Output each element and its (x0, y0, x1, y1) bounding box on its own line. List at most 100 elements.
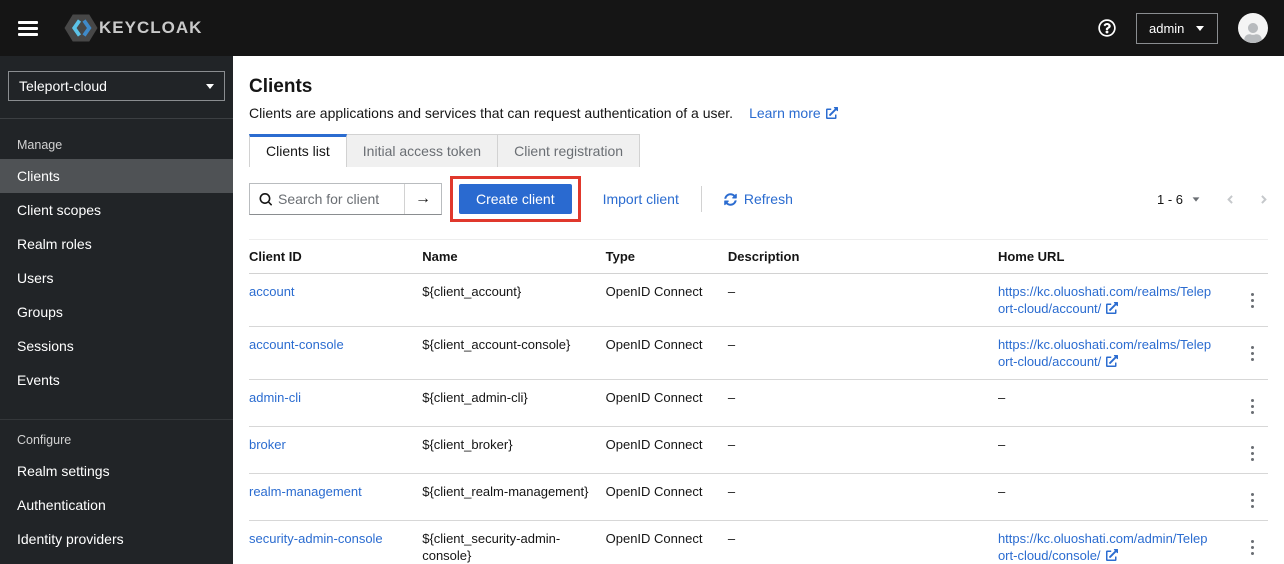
chevron-right-icon (1261, 194, 1267, 204)
column-header-type: Type (605, 239, 728, 274)
column-header-name: Name (422, 239, 606, 274)
pagination-prev-button[interactable] (1226, 193, 1234, 206)
client-type-cell: OpenID Connect (605, 273, 728, 327)
chevron-down-icon (1196, 25, 1205, 31)
client-type-cell: OpenID Connect (605, 326, 728, 380)
toolbar: → Create client Import client Refresh 1 … (249, 176, 1268, 230)
person-icon (1244, 23, 1262, 43)
chevron-left-icon (1227, 194, 1233, 204)
sidebar-item-users[interactable]: Users (0, 261, 233, 295)
refresh-link[interactable]: Refresh (724, 191, 793, 207)
kebab-menu-button[interactable] (1243, 343, 1263, 365)
help-icon[interactable] (1098, 19, 1116, 37)
page-description-text: Clients are applications and services th… (249, 105, 734, 121)
client-name-cell: ${client_admin-cli} (422, 379, 606, 427)
avatar[interactable] (1238, 13, 1268, 43)
sidebar-item-sessions[interactable]: Sessions (0, 329, 233, 363)
clients-table: Client ID Name Type Description Home URL acc… (249, 239, 1268, 564)
keycloak-admin-console: KEYCLOAK admin Teleport-cloud Manage Cli… (0, 0, 1284, 564)
client-id-link[interactable]: admin-cli (249, 390, 301, 405)
kebab-menu-button[interactable] (1243, 290, 1263, 312)
page-title: Clients (249, 76, 313, 97)
kebab-menu-button[interactable] (1243, 396, 1263, 418)
chevron-down-icon (1192, 196, 1200, 202)
table-row: admin-cli ${client_admin-cli} OpenID Con… (249, 379, 1268, 427)
page-description: Clients are applications and services th… (249, 105, 1268, 121)
sidebar-item-groups[interactable]: Groups (0, 295, 233, 329)
pagination-next-button[interactable] (1260, 193, 1268, 206)
client-name-cell: ${client_account-console} (422, 326, 606, 380)
table-header-row: Client ID Name Type Description Home URL (249, 239, 1268, 274)
username: admin (1149, 20, 1185, 36)
client-name-cell: ${client_account} (422, 273, 606, 327)
client-id-link[interactable]: realm-management (249, 484, 362, 499)
learn-more-label: Learn more (749, 105, 821, 121)
client-name-cell: ${client_security-admin-console} (422, 520, 606, 564)
tab-client-registration[interactable]: Client registration (498, 134, 641, 167)
client-description-cell: – (727, 520, 998, 564)
table-row: account-console ${client_account-console… (249, 326, 1268, 380)
sidebar-item-authentication[interactable]: Authentication (0, 488, 233, 522)
search-input[interactable] (278, 191, 396, 207)
kebab-menu-button[interactable] (1243, 443, 1263, 465)
sidebar-item-realm-settings[interactable]: Realm settings (0, 454, 233, 488)
search-submit-button[interactable]: → (404, 184, 441, 214)
import-client-link[interactable]: Import client (603, 191, 679, 207)
client-name-cell: ${client_broker} (422, 426, 606, 474)
client-id-link[interactable]: account-console (249, 337, 344, 352)
realm-selector-dropdown[interactable]: Teleport-cloud (8, 71, 225, 101)
home-url-link[interactable]: https://kc.oluoshati.com/admin/Teleport-… (998, 531, 1208, 563)
nav-section-configure: Configure Realm settings Authentication Ide… (0, 419, 233, 556)
kebab-menu-button[interactable] (1243, 537, 1263, 559)
external-link-icon (1105, 549, 1118, 561)
client-id-link[interactable]: security-admin-console (249, 531, 383, 546)
user-menu-dropdown[interactable]: admin (1136, 12, 1218, 44)
search-icon (259, 192, 272, 205)
sidebar-item-clients[interactable]: Clients (0, 159, 233, 193)
pagination-range-dropdown[interactable]: 1 - 6 (1157, 192, 1200, 207)
nav-section-label: Manage (17, 138, 63, 152)
learn-more-link[interactable]: Learn more (749, 105, 838, 121)
client-id-link[interactable]: account (249, 284, 295, 299)
refresh-icon (724, 192, 737, 206)
sidebar-item-events[interactable]: Events (0, 363, 233, 397)
search-group: → (249, 183, 442, 215)
sidebar-item-identity-providers[interactable]: Identity providers (0, 522, 233, 556)
client-description-cell: – (727, 326, 998, 380)
top-bar: KEYCLOAK admin (0, 0, 1284, 56)
sidebar-item-client-scopes[interactable]: Client scopes (0, 193, 233, 227)
tab-bar: Clients list Initial access token Client r… (249, 134, 1268, 167)
external-link-icon (1106, 302, 1119, 314)
client-description-cell: – (727, 379, 998, 427)
refresh-label: Refresh (743, 191, 793, 207)
realm-selector-block: Teleport-cloud (0, 56, 233, 119)
annotation-highlight-box: Create client (450, 176, 581, 222)
sidebar-item-realm-roles[interactable]: Realm roles (0, 227, 233, 261)
tab-initial-access-token[interactable]: Initial access token (346, 134, 499, 167)
create-client-button[interactable]: Create client (459, 184, 572, 214)
external-link-icon (825, 107, 838, 119)
keycloak-logo: KEYCLOAK (64, 13, 202, 43)
client-name-cell: ${client_realm-management} (422, 473, 606, 521)
home-url-link[interactable]: https://kc.oluoshati.com/realms/Teleport… (998, 284, 1211, 316)
main-content: Clients Clients are applications and ser… (233, 56, 1284, 564)
nav-section-manage: Manage Clients Client scopes Realm roles Use… (0, 129, 233, 397)
toolbar-divider (700, 186, 702, 212)
client-id-link[interactable]: broker (249, 437, 286, 452)
hamburger-menu-icon[interactable] (18, 20, 38, 36)
home-url-link[interactable]: https://kc.oluoshati.com/realms/Teleport… (998, 337, 1211, 369)
external-link-icon (1106, 355, 1119, 367)
client-description-cell: – (727, 273, 998, 327)
table-row: account ${client_account} OpenID Connect… (249, 273, 1268, 327)
home-url-empty: – (997, 437, 1006, 452)
topbar-right: admin (1098, 12, 1268, 44)
chevron-down-icon (206, 83, 214, 89)
kebab-menu-button[interactable] (1243, 490, 1263, 512)
table-row: realm-management ${client_realm-manageme… (249, 473, 1268, 521)
home-url-empty: – (997, 484, 1006, 499)
sidebar-nav: Manage Clients Client scopes Realm roles Use… (0, 119, 233, 556)
nav-section-label: Configure (17, 433, 72, 447)
tab-clients-list[interactable]: Clients list (249, 134, 347, 167)
column-header-description: Description (727, 239, 998, 274)
client-description-cell: – (727, 473, 998, 521)
